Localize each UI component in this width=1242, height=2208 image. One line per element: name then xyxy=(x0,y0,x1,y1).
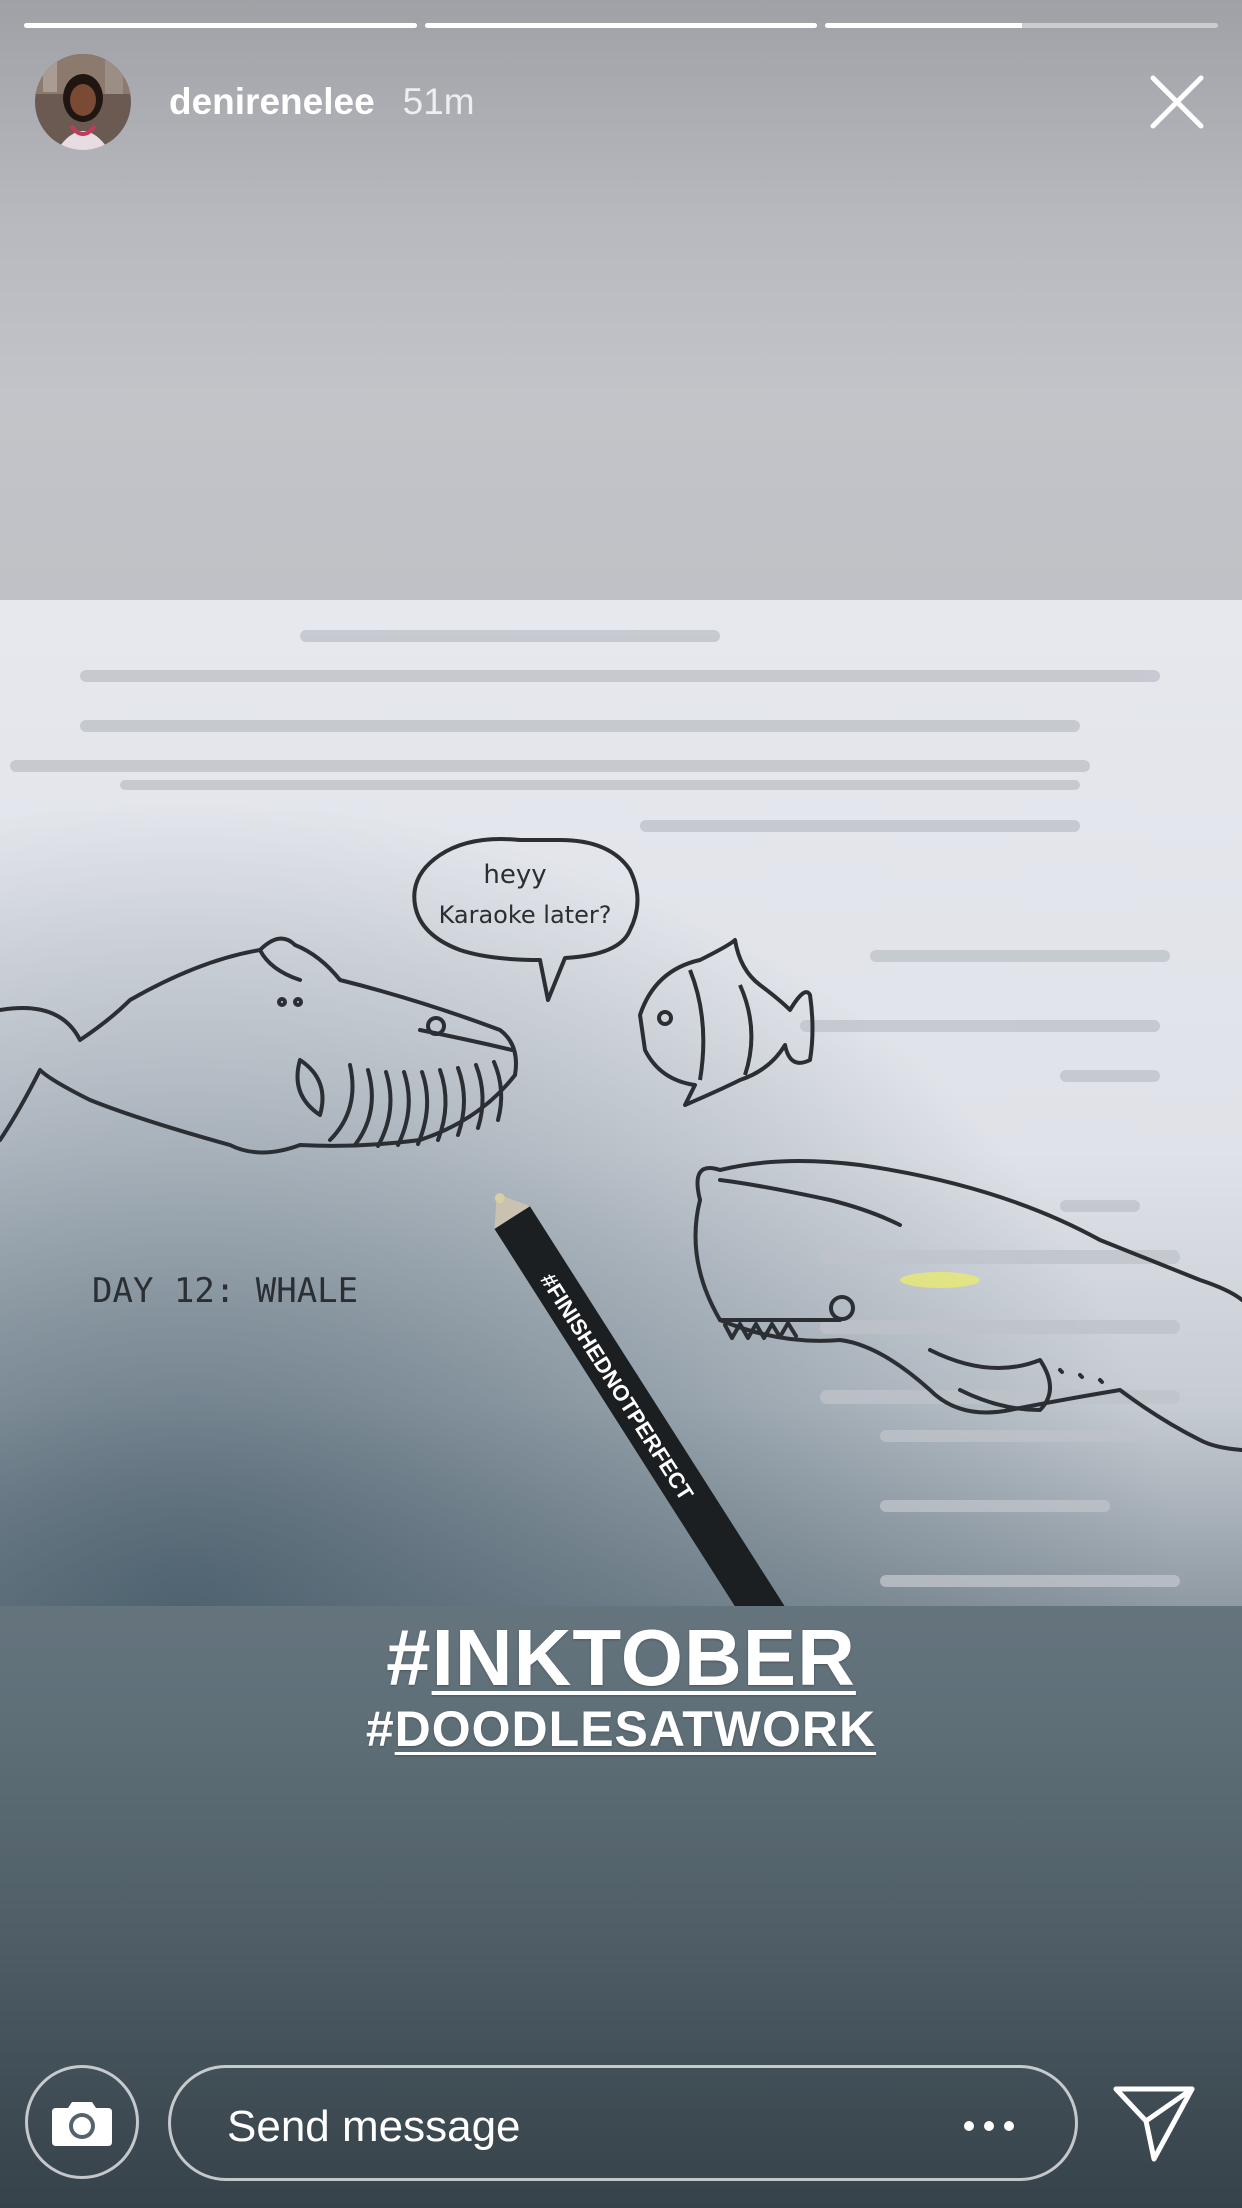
hashtag-symbol: # xyxy=(365,1701,395,1757)
hashtag-word: DOODLESATWORK xyxy=(394,1701,877,1757)
message-input[interactable]: Send message xyxy=(168,2065,1078,2181)
username[interactable]: denirenelee xyxy=(169,81,375,123)
camera-icon xyxy=(52,2102,112,2146)
story-progress-bar xyxy=(24,23,1219,28)
reply-bar: Send message xyxy=(0,2063,1242,2183)
progress-segment xyxy=(424,23,818,28)
progress-fill xyxy=(24,23,417,28)
timestamp: 51m xyxy=(402,81,475,122)
message-placeholder: Send message xyxy=(227,2102,521,2151)
progress-fill xyxy=(825,23,1022,28)
progress-fill xyxy=(424,23,818,28)
close-icon[interactable] xyxy=(1147,72,1207,132)
avatar[interactable] xyxy=(35,54,131,150)
speech-line-1: heyy xyxy=(483,860,546,890)
progress-segment xyxy=(825,23,1219,28)
day-label: DAY 12: WHALE xyxy=(92,1271,358,1311)
more-options-icon[interactable] xyxy=(959,2106,1019,2146)
hashtag-sticker-doodlesatwork[interactable]: #DOODLESATWORK xyxy=(0,1700,1242,1758)
story-photo: heyy Karaoke later? DAY 12: WHALE #FINIS… xyxy=(0,600,1242,1606)
hashtag-word: INKTOBER xyxy=(431,1613,856,1702)
send-icon[interactable] xyxy=(1112,2083,1196,2163)
story-header: denirenelee 51m xyxy=(35,54,1207,150)
speech-line-2: Karaoke later? xyxy=(439,901,612,929)
camera-button[interactable] xyxy=(25,2065,139,2179)
progress-segment xyxy=(24,23,417,28)
hashtag-symbol: # xyxy=(386,1613,432,1702)
hashtag-sticker-inktober[interactable]: #INKTOBER xyxy=(0,1612,1242,1704)
